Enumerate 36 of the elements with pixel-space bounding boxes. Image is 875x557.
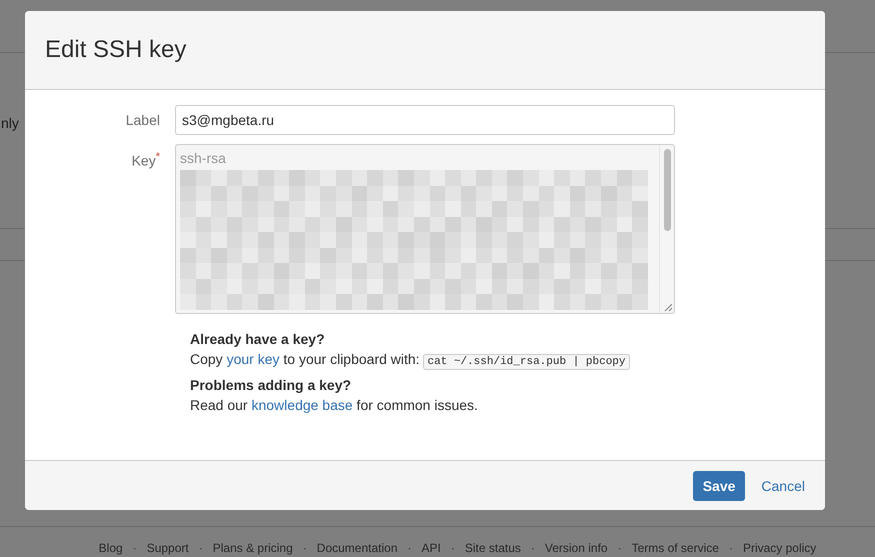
label-input-field[interactable]: s3@mgbeta.ru [175,105,675,135]
footer-link[interactable]: Version info [544,541,608,555]
footer-link[interactable]: Documentation [316,541,398,555]
separator-dot: · [450,541,455,555]
separator-dot: · [530,541,535,555]
help-link[interactable]: your key [226,351,280,367]
footer-link[interactable]: Plans & pricing [212,541,293,555]
scrollbar-thumb[interactable] [664,149,670,231]
resize-grip-icon[interactable] [663,302,673,312]
separator-dot: · [198,541,203,555]
footer-link[interactable]: Support [146,541,189,555]
help-text: Copy your key to your clipboard with: cat ~/.ssh/id_rsa.pub | pbcopy [190,351,825,368]
dialog-title: Edit SSH key [45,36,186,64]
field-label: Key [132,152,156,169]
footer-link[interactable]: Terms of service [632,541,719,555]
separator-dot: · [132,541,137,555]
save-button[interactable]: Save [692,470,746,500]
key-text: ssh-rsa [180,150,227,166]
help-text: Read our knowledge base for common issues. [190,397,479,413]
field-label: Label [126,112,160,128]
separator-dot: · [728,541,733,555]
footer-link[interactable]: Blog [98,541,123,555]
help-link[interactable]: knowledge base [251,397,353,413]
separator-dot: · [302,541,307,555]
required-mark: * [156,151,160,163]
code-snippet: cat ~/.ssh/id_rsa.pub | pbcopy [423,354,630,370]
footer-link[interactable]: API [422,541,441,555]
separator-dot: · [408,541,412,555]
footer-link[interactable]: Privacy policy [742,541,816,555]
key-textarea[interactable]: ssh-rsa [175,144,675,314]
cancel-link[interactable]: Cancel [761,478,805,494]
footer-link[interactable]: Site status [464,541,521,555]
separator-dot: · [618,541,622,555]
page-text: nly [1,115,19,131]
help-heading: Already have a key? [190,331,326,347]
help-heading: Problems adding a key? [190,377,352,393]
